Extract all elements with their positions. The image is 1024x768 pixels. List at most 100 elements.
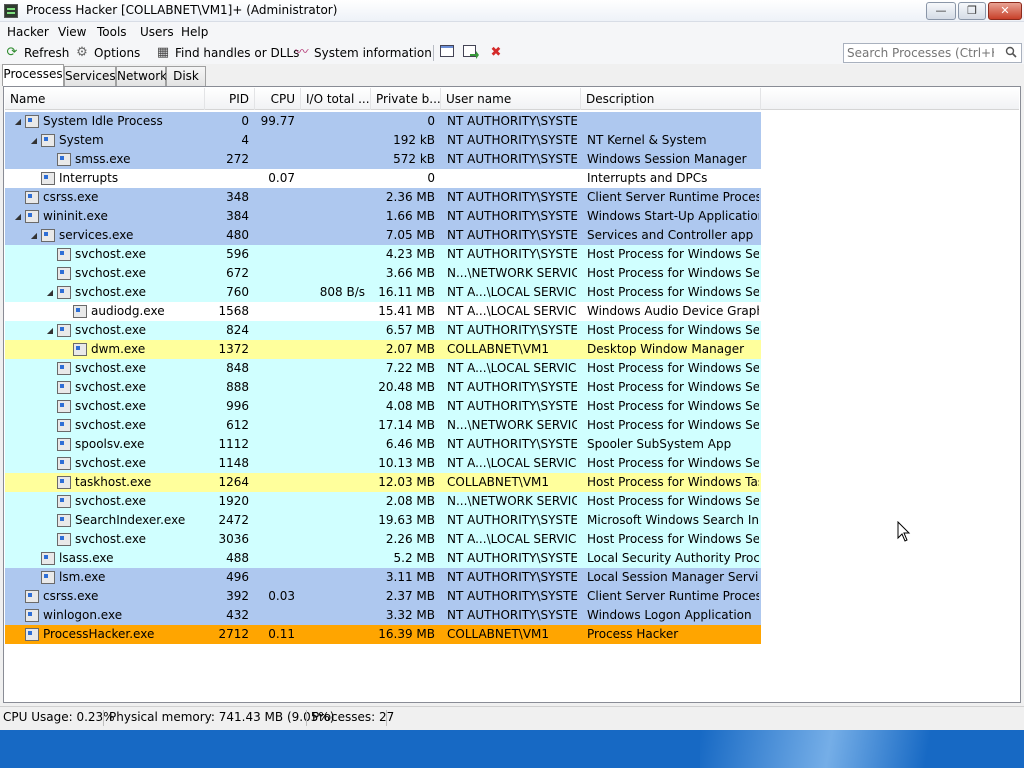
process-description: Host Process for Windows Ser... [587, 266, 759, 280]
process-name-cell: audiodg.exe [5, 302, 205, 321]
process-icon [73, 343, 87, 356]
process-row[interactable]: svchost.exe 848 7.22 MB NT A...\LOCAL SERVI… [5, 359, 761, 378]
chart-icon: 〰 [295, 45, 309, 60]
title-bar[interactable]: Process Hacker [COLLABNET\VM1]+ (Adminis… [0, 0, 1024, 22]
column-name[interactable]: Name [5, 88, 205, 110]
process-row[interactable]: Interrupts 0.07 0 Interrupts and DPCs [5, 169, 761, 188]
process-name: audiodg.exe [91, 304, 165, 318]
tab-services[interactable]: Services [64, 66, 116, 86]
process-row[interactable]: svchost.exe 3036 2.26 MB NT A...\LOCAL SERV… [5, 530, 761, 549]
process-row[interactable]: spoolsv.exe 1112 6.46 MB NT AUTHORITY\SYSTE… [5, 435, 761, 454]
process-row[interactable]: svchost.exe 1148 10.13 MB NT A...\LOCAL SER… [5, 454, 761, 473]
process-row[interactable]: dwm.exe 1372 2.07 MB COLLABNET\VM1 Desktop W… [5, 340, 761, 359]
process-row[interactable]: taskhost.exe 1264 12.03 MB COLLABNET\VM1 Hos… [5, 473, 761, 492]
search-box[interactable] [843, 43, 1022, 63]
tree-expander-icon[interactable]: ◢ [13, 112, 23, 131]
column-user-name[interactable]: User name [441, 88, 581, 110]
process-row[interactable]: audiodg.exe 1568 15.41 MB NT A...\LOCAL SER… [5, 302, 761, 321]
options-button[interactable]: ⚙ Options [74, 44, 140, 62]
terminate-button[interactable]: ✖ [488, 44, 504, 62]
menu-tools[interactable]: Tools [97, 25, 127, 39]
column-cpu[interactable]: CPU [255, 88, 301, 110]
process-io-total [305, 606, 365, 625]
window-button[interactable] [439, 44, 455, 62]
process-row[interactable]: ◢ System 4 192 kB NT AUTHORITY\SYSTEM NT Kern… [5, 131, 761, 150]
close-button[interactable]: ✕ [988, 2, 1022, 20]
process-user-name: N...\NETWORK SERVICE [447, 266, 577, 280]
process-private-bytes: 5.2 MB [393, 551, 435, 565]
tree-expander-icon[interactable]: ◢ [45, 321, 55, 340]
process-description: Spooler SubSystem App [587, 437, 732, 451]
process-row[interactable]: ◢ svchost.exe 760 808 B/s 16.11 MB NT A...\LO… [5, 283, 761, 302]
process-private-bytes: 7.05 MB [385, 228, 435, 242]
maximize-button[interactable]: ❐ [958, 2, 986, 20]
process-hacker-app-icon [4, 4, 18, 18]
find-handles-button[interactable]: ▦ Find handles or DLLs [155, 44, 299, 62]
search-input[interactable] [844, 44, 994, 62]
process-tree[interactable]: Name PID CPU I/O total ... Private b... … [5, 88, 1019, 701]
process-row[interactable]: winlogon.exe 432 3.32 MB NT AUTHORITY\SYSTE… [5, 606, 761, 625]
process-row[interactable]: smss.exe 272 572 kB NT AUTHORITY\SYSTEM Wind… [5, 150, 761, 169]
process-row[interactable]: ◢ services.exe 480 7.05 MB NT AUTHORITY\SYST… [5, 226, 761, 245]
process-description: Host Process for Windows Ser... [587, 399, 759, 413]
column-io-total[interactable]: I/O total ... [301, 88, 371, 110]
tab-processes[interactable]: Processes [2, 64, 64, 86]
menu-view[interactable]: View [58, 25, 86, 39]
process-io-total [305, 340, 365, 359]
switch-window-button[interactable] [463, 44, 479, 62]
process-pid: 612 [226, 418, 249, 432]
process-private-bytes: 2.26 MB [385, 532, 435, 546]
process-user-name: NT AUTHORITY\SYSTEM [447, 323, 577, 337]
process-row[interactable]: ◢ System Idle Process 0 99.77 0 NT AUTHORITY\… [5, 112, 761, 131]
process-pid: 1372 [218, 342, 249, 356]
process-cpu [255, 606, 295, 625]
process-row[interactable]: csrss.exe 392 0.03 2.37 MB NT AUTHORITY\SYST… [5, 587, 761, 606]
process-row[interactable]: csrss.exe 348 2.36 MB NT AUTHORITY\SYSTEM Cl… [5, 188, 761, 207]
process-name: svchost.exe [75, 418, 146, 432]
process-io-total [305, 245, 365, 264]
process-row[interactable]: ◢ svchost.exe 824 6.57 MB NT AUTHORITY\SYSTE… [5, 321, 761, 340]
process-row[interactable]: SearchIndexer.exe 2472 19.63 MB NT AUTHORIT… [5, 511, 761, 530]
system-information-label: System information [314, 46, 432, 60]
process-cpu: 0.11 [268, 627, 295, 641]
tree-expander-icon[interactable]: ◢ [29, 131, 39, 150]
process-user-name: NT AUTHORITY\SYSTEM [447, 380, 577, 394]
process-cpu [255, 492, 295, 511]
column-pid[interactable]: PID [205, 88, 255, 110]
system-information-button[interactable]: 〰 System information [294, 44, 432, 62]
process-row[interactable]: svchost.exe 996 4.08 MB NT AUTHORITY\SYSTEM… [5, 397, 761, 416]
process-io-total [305, 492, 365, 511]
menu-help[interactable]: Help [181, 25, 208, 39]
process-private-bytes: 15.41 MB [378, 304, 435, 318]
process-name: System Idle Process [43, 114, 163, 128]
minimize-button[interactable]: — [926, 2, 956, 20]
tab-disk[interactable]: Disk [166, 66, 206, 86]
menu-users[interactable]: Users [140, 25, 174, 39]
process-name-cell: ◢ services.exe [5, 226, 205, 245]
process-row[interactable]: svchost.exe 888 20.48 MB NT AUTHORITY\SYSTE… [5, 378, 761, 397]
process-row[interactable]: lsm.exe 496 3.11 MB NT AUTHORITY\SYSTEM Loca… [5, 568, 761, 587]
tree-expander-icon[interactable]: ◢ [45, 283, 55, 302]
process-row[interactable]: ProcessHacker.exe 2712 0.11 16.39 MB COLLABN… [5, 625, 761, 644]
column-private-bytes[interactable]: Private b... [371, 88, 441, 110]
process-row[interactable]: svchost.exe 596 4.23 MB NT AUTHORITY\SYSTEM… [5, 245, 761, 264]
process-row[interactable]: svchost.exe 672 3.66 MB N...\NETWORK SERVIC… [5, 264, 761, 283]
status-bar: CPU Usage: 0.23% Physical memory: 741.43… [0, 706, 1024, 728]
process-private-bytes: 16.39 MB [378, 627, 435, 641]
process-row[interactable]: svchost.exe 1920 2.08 MB N...\NETWORK SERVI… [5, 492, 761, 511]
tree-expander-icon[interactable]: ◢ [29, 226, 39, 245]
process-description: Client Server Runtime Process [587, 589, 759, 603]
refresh-button[interactable]: ⟳ Refresh [4, 44, 70, 62]
process-row[interactable]: lsass.exe 488 5.2 MB NT AUTHORITY\SYSTEM Loc… [5, 549, 761, 568]
process-name-cell: SearchIndexer.exe [5, 511, 205, 530]
tab-network[interactable]: Network [116, 66, 167, 86]
process-pid: 348 [226, 190, 249, 204]
tree-expander-icon[interactable]: ◢ [13, 207, 23, 226]
column-description[interactable]: Description [581, 88, 761, 110]
process-row[interactable]: ◢ wininit.exe 384 1.66 MB NT AUTHORITY\SYSTE… [5, 207, 761, 226]
menu-hacker[interactable]: Hacker [7, 25, 49, 39]
process-user-name: NT A...\LOCAL SERVICE [447, 304, 577, 318]
process-name-cell: svchost.exe [5, 416, 205, 435]
process-row[interactable]: svchost.exe 612 17.14 MB N...\NETWORK SERVI… [5, 416, 761, 435]
process-pid: 0 [241, 114, 249, 128]
